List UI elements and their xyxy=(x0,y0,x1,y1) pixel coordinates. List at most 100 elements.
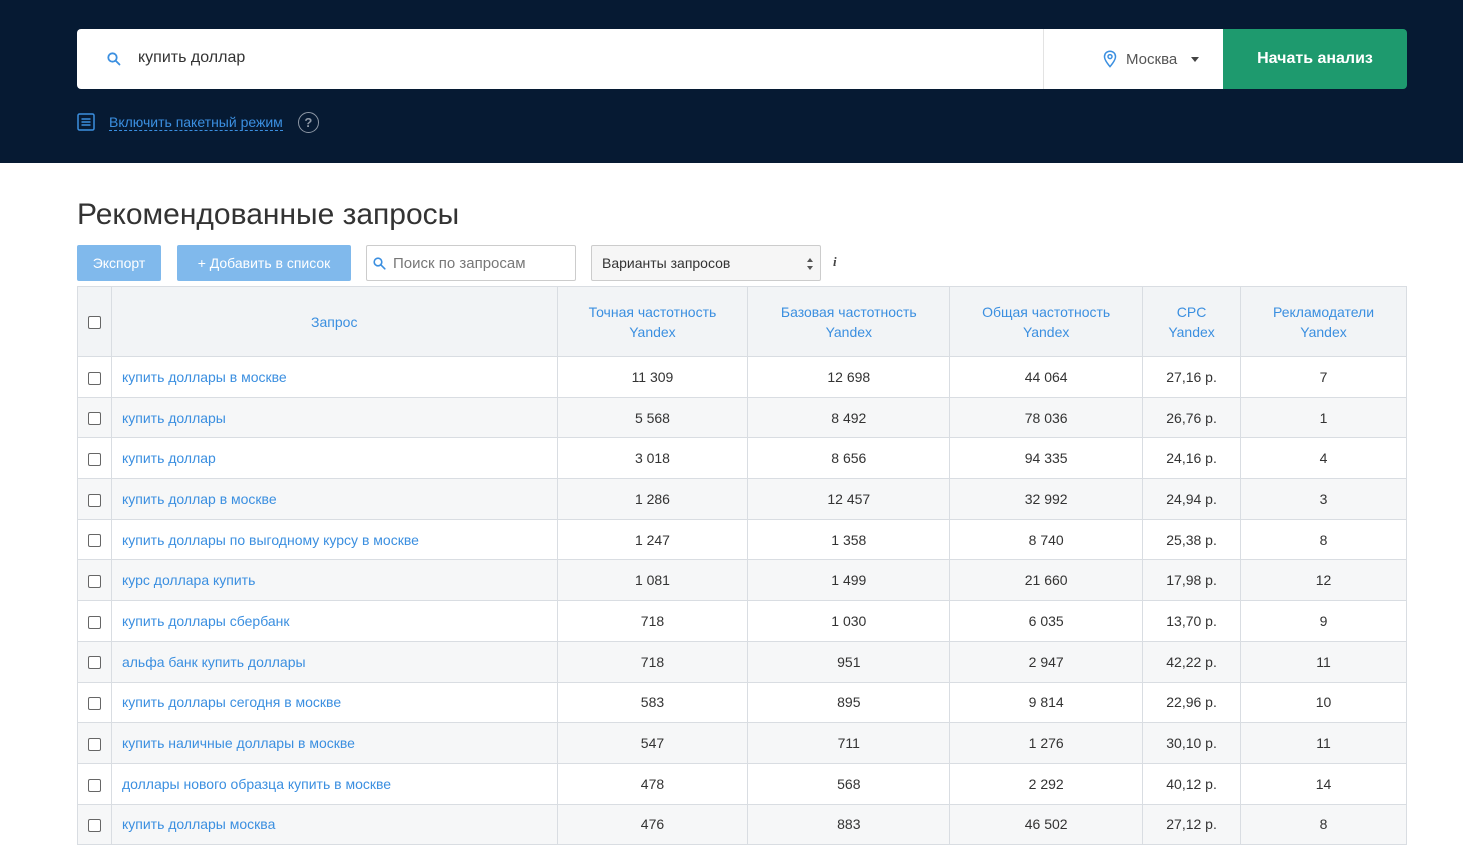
exact-frequency-cell: 718 xyxy=(556,640,749,683)
row-select-cell xyxy=(77,478,112,520)
cpc-cell: 27,16 р. xyxy=(1142,356,1242,398)
row-checkbox[interactable] xyxy=(87,371,101,385)
total-frequency-cell: 44 064 xyxy=(949,356,1144,398)
base-frequency-cell: 883 xyxy=(747,803,951,845)
select-all-cell xyxy=(77,286,112,357)
location-pin-icon xyxy=(1103,50,1117,68)
filter-box xyxy=(366,245,576,281)
query-link[interactable]: альфа банк купить доллары xyxy=(110,640,558,683)
exact-frequency-cell: 1 247 xyxy=(556,518,749,561)
query-filter-input[interactable] xyxy=(393,246,573,280)
total-frequency-cell: 2 292 xyxy=(949,762,1144,805)
row-checkbox[interactable] xyxy=(87,615,101,629)
total-frequency-cell: 21 660 xyxy=(949,559,1144,602)
query-link[interactable]: курс доллара купить xyxy=(110,559,558,602)
exact-frequency-cell: 5 568 xyxy=(556,396,749,439)
exact-frequency-cell: 547 xyxy=(556,722,749,764)
table-row: курс доллара купить 1 081 1 499 21 660 17,98… xyxy=(77,559,1407,602)
advertisers-cell: 14 xyxy=(1240,762,1407,805)
base-frequency-cell: 895 xyxy=(747,681,951,724)
query-link[interactable]: купить доллары в москве xyxy=(110,356,558,398)
table-row: купить доллары в москве 11 309 12 698 44 06… xyxy=(77,356,1407,398)
base-frequency-cell: 8 656 xyxy=(747,437,951,480)
search-icon xyxy=(373,257,386,270)
table-row: купить доллары сбербанк 718 1 030 6 035 13,7… xyxy=(77,600,1407,642)
query-link[interactable]: купить доллары москва xyxy=(110,803,558,845)
advertisers-cell: 9 xyxy=(1240,600,1407,642)
cpc-cell: 17,98 р. xyxy=(1142,559,1242,602)
cpc-cell: 26,76 р. xyxy=(1142,396,1242,439)
add-to-list-button[interactable]: + Добавить в список xyxy=(177,245,351,281)
help-icon[interactable]: ? xyxy=(297,111,319,133)
info-icon[interactable]: i xyxy=(833,254,837,270)
base-frequency-cell: 1 499 xyxy=(747,559,951,602)
row-select-cell xyxy=(77,600,112,642)
query-variants-select[interactable]: Варианты запросов xyxy=(591,245,821,281)
query-link[interactable]: купить доллар xyxy=(110,437,558,480)
row-select-cell xyxy=(77,681,112,724)
advertisers-cell: 7 xyxy=(1240,356,1407,398)
row-checkbox[interactable] xyxy=(87,493,101,507)
page-title: Рекомендованные запросы xyxy=(77,198,460,231)
row-checkbox[interactable] xyxy=(87,737,101,751)
advertisers-cell: 8 xyxy=(1240,518,1407,561)
total-frequency-cell: 46 502 xyxy=(949,803,1144,845)
row-select-cell xyxy=(77,518,112,561)
select-all-checkbox[interactable] xyxy=(87,316,101,330)
row-select-cell xyxy=(77,762,112,805)
total-frequency-cell: 94 335 xyxy=(949,437,1144,480)
batch-mode-row: Включить пакетный режим ? xyxy=(77,111,319,133)
advertisers-cell: 8 xyxy=(1240,803,1407,845)
row-checkbox[interactable] xyxy=(87,778,101,792)
search-box[interactable]: купить доллар Москва xyxy=(77,29,1223,89)
table-row: купить доллар 3 018 8 656 94 335 24,16 р. 4 xyxy=(77,437,1407,480)
column-header-query[interactable]: Запрос xyxy=(110,286,558,357)
query-link[interactable]: купить доллары по выгодному курсу в моск… xyxy=(110,518,558,561)
query-link[interactable]: купить доллар в москве xyxy=(110,478,558,520)
column-header-base-frequency[interactable]: Базовая частотность Yandex xyxy=(747,286,951,357)
query-link[interactable]: купить наличные доллары в москве xyxy=(110,722,558,764)
advertisers-cell: 11 xyxy=(1240,640,1407,683)
table-row: купить наличные доллары в москве 547 711 1 … xyxy=(77,722,1407,764)
table-header-row: Запрос Точная частотность Yandex Базовая … xyxy=(77,286,1407,357)
base-frequency-cell: 1 030 xyxy=(747,600,951,642)
row-checkbox[interactable] xyxy=(87,819,101,833)
row-checkbox[interactable] xyxy=(87,575,101,589)
table-row: доллары нового образца купить в москве 47… xyxy=(77,762,1407,805)
advertisers-cell: 11 xyxy=(1240,722,1407,764)
top-search-bar: купить доллар Москва Начать анализ Включ… xyxy=(0,0,1463,163)
column-header-cpc[interactable]: CPC Yandex xyxy=(1142,286,1242,357)
region-select[interactable]: Москва xyxy=(1103,47,1200,71)
total-frequency-cell: 32 992 xyxy=(949,478,1144,520)
start-analysis-button[interactable]: Начать анализ xyxy=(1223,29,1407,89)
exact-frequency-cell: 476 xyxy=(556,803,749,845)
column-header-total-frequency[interactable]: Общая частотность Yandex xyxy=(949,286,1144,357)
query-link[interactable]: купить доллары xyxy=(110,396,558,439)
row-select-cell xyxy=(77,640,112,683)
search-input[interactable]: купить доллар xyxy=(138,49,245,67)
chevron-down-icon xyxy=(1191,56,1200,62)
query-link[interactable]: купить доллары сегодня в москве xyxy=(110,681,558,724)
exact-frequency-cell: 478 xyxy=(556,762,749,805)
column-header-advertisers[interactable]: Рекламодатели Yandex xyxy=(1240,286,1407,357)
batch-mode-link[interactable]: Включить пакетный режим xyxy=(109,114,283,131)
row-checkbox[interactable] xyxy=(87,534,101,548)
row-checkbox[interactable] xyxy=(87,656,101,670)
export-button[interactable]: Экспорт xyxy=(77,245,161,281)
advertisers-cell: 1 xyxy=(1240,396,1407,439)
divider xyxy=(1043,29,1044,89)
row-checkbox[interactable] xyxy=(87,412,101,426)
column-header-exact-frequency[interactable]: Точная частотность Yandex xyxy=(556,286,749,357)
cpc-cell: 13,70 р. xyxy=(1142,600,1242,642)
exact-frequency-cell: 718 xyxy=(556,600,749,642)
query-link[interactable]: купить доллары сбербанк xyxy=(110,600,558,642)
row-select-cell xyxy=(77,356,112,398)
advertisers-cell: 12 xyxy=(1240,559,1407,602)
row-checkbox[interactable] xyxy=(87,697,101,711)
base-frequency-cell: 8 492 xyxy=(747,396,951,439)
variants-select-label: Варианты запросов xyxy=(602,255,731,271)
row-checkbox[interactable] xyxy=(87,453,101,467)
row-select-cell xyxy=(77,722,112,764)
query-link[interactable]: доллары нового образца купить в москве xyxy=(110,762,558,805)
base-frequency-cell: 711 xyxy=(747,722,951,764)
